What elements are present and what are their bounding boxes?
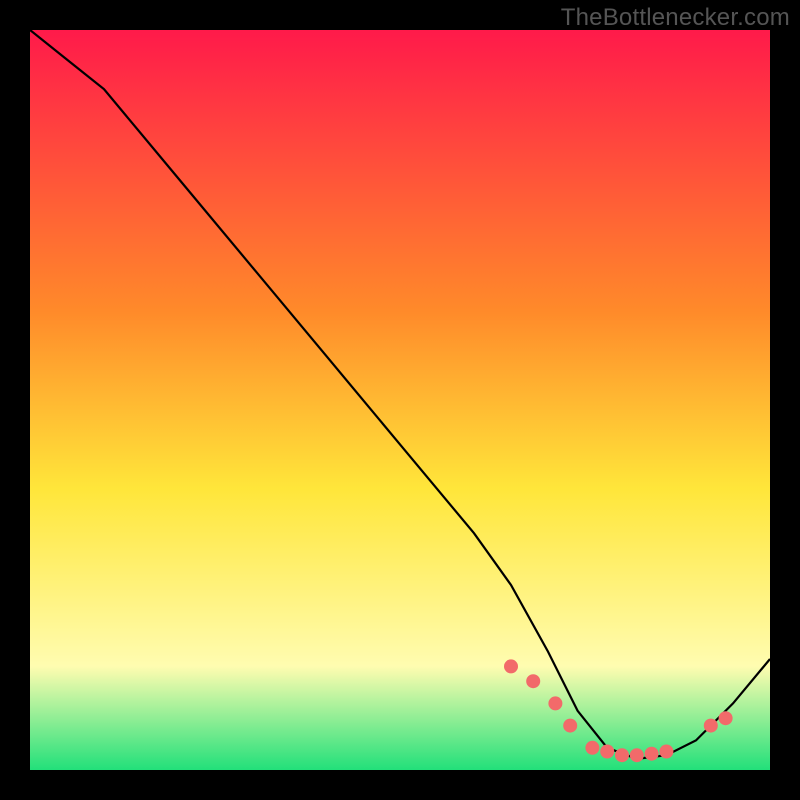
data-point — [585, 741, 599, 755]
data-point — [615, 748, 629, 762]
bottleneck-chart — [30, 30, 770, 770]
data-point — [645, 747, 659, 761]
data-point — [504, 659, 518, 673]
data-point — [630, 748, 644, 762]
gradient-background — [30, 30, 770, 770]
data-point — [548, 696, 562, 710]
data-point — [526, 674, 540, 688]
data-point — [719, 711, 733, 725]
data-point — [563, 719, 577, 733]
data-point — [600, 745, 614, 759]
data-point — [704, 719, 718, 733]
watermark-text: TheBottlenecker.com — [561, 4, 790, 32]
data-point — [659, 745, 673, 759]
chart-frame: TheBottlenecker.com — [0, 0, 800, 800]
